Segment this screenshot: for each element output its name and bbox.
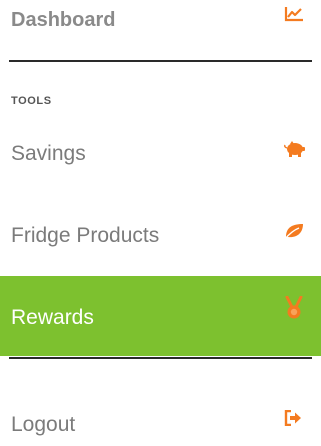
sidebar-item-label: Fridge Products: [11, 224, 160, 247]
sidebar-item-fridge-products[interactable]: Fridge Products: [0, 210, 321, 262]
sidebar-item-label: Savings: [11, 142, 86, 165]
sidebar-item-label: Logout: [11, 413, 76, 436]
sidebar-item-rewards[interactable]: Rewards: [0, 276, 321, 356]
sign-out-icon: [284, 410, 301, 426]
piggy-bank-icon: [284, 141, 305, 157]
line-chart-icon: [284, 7, 303, 22]
sidebar-item-dashboard[interactable]: Dashboard: [0, 0, 321, 60]
section-heading-tools: TOOLS: [11, 95, 52, 107]
sidebar-item-logout[interactable]: Logout: [0, 400, 321, 446]
medal-icon: [285, 296, 303, 319]
sidebar-item-savings[interactable]: Savings: [0, 130, 321, 182]
sidebar-item-label: Dashboard: [11, 9, 116, 31]
sidebar-item-label: Rewards: [11, 306, 94, 329]
leaf-icon: [284, 224, 303, 240]
divider: [9, 357, 312, 359]
divider: [9, 60, 312, 62]
